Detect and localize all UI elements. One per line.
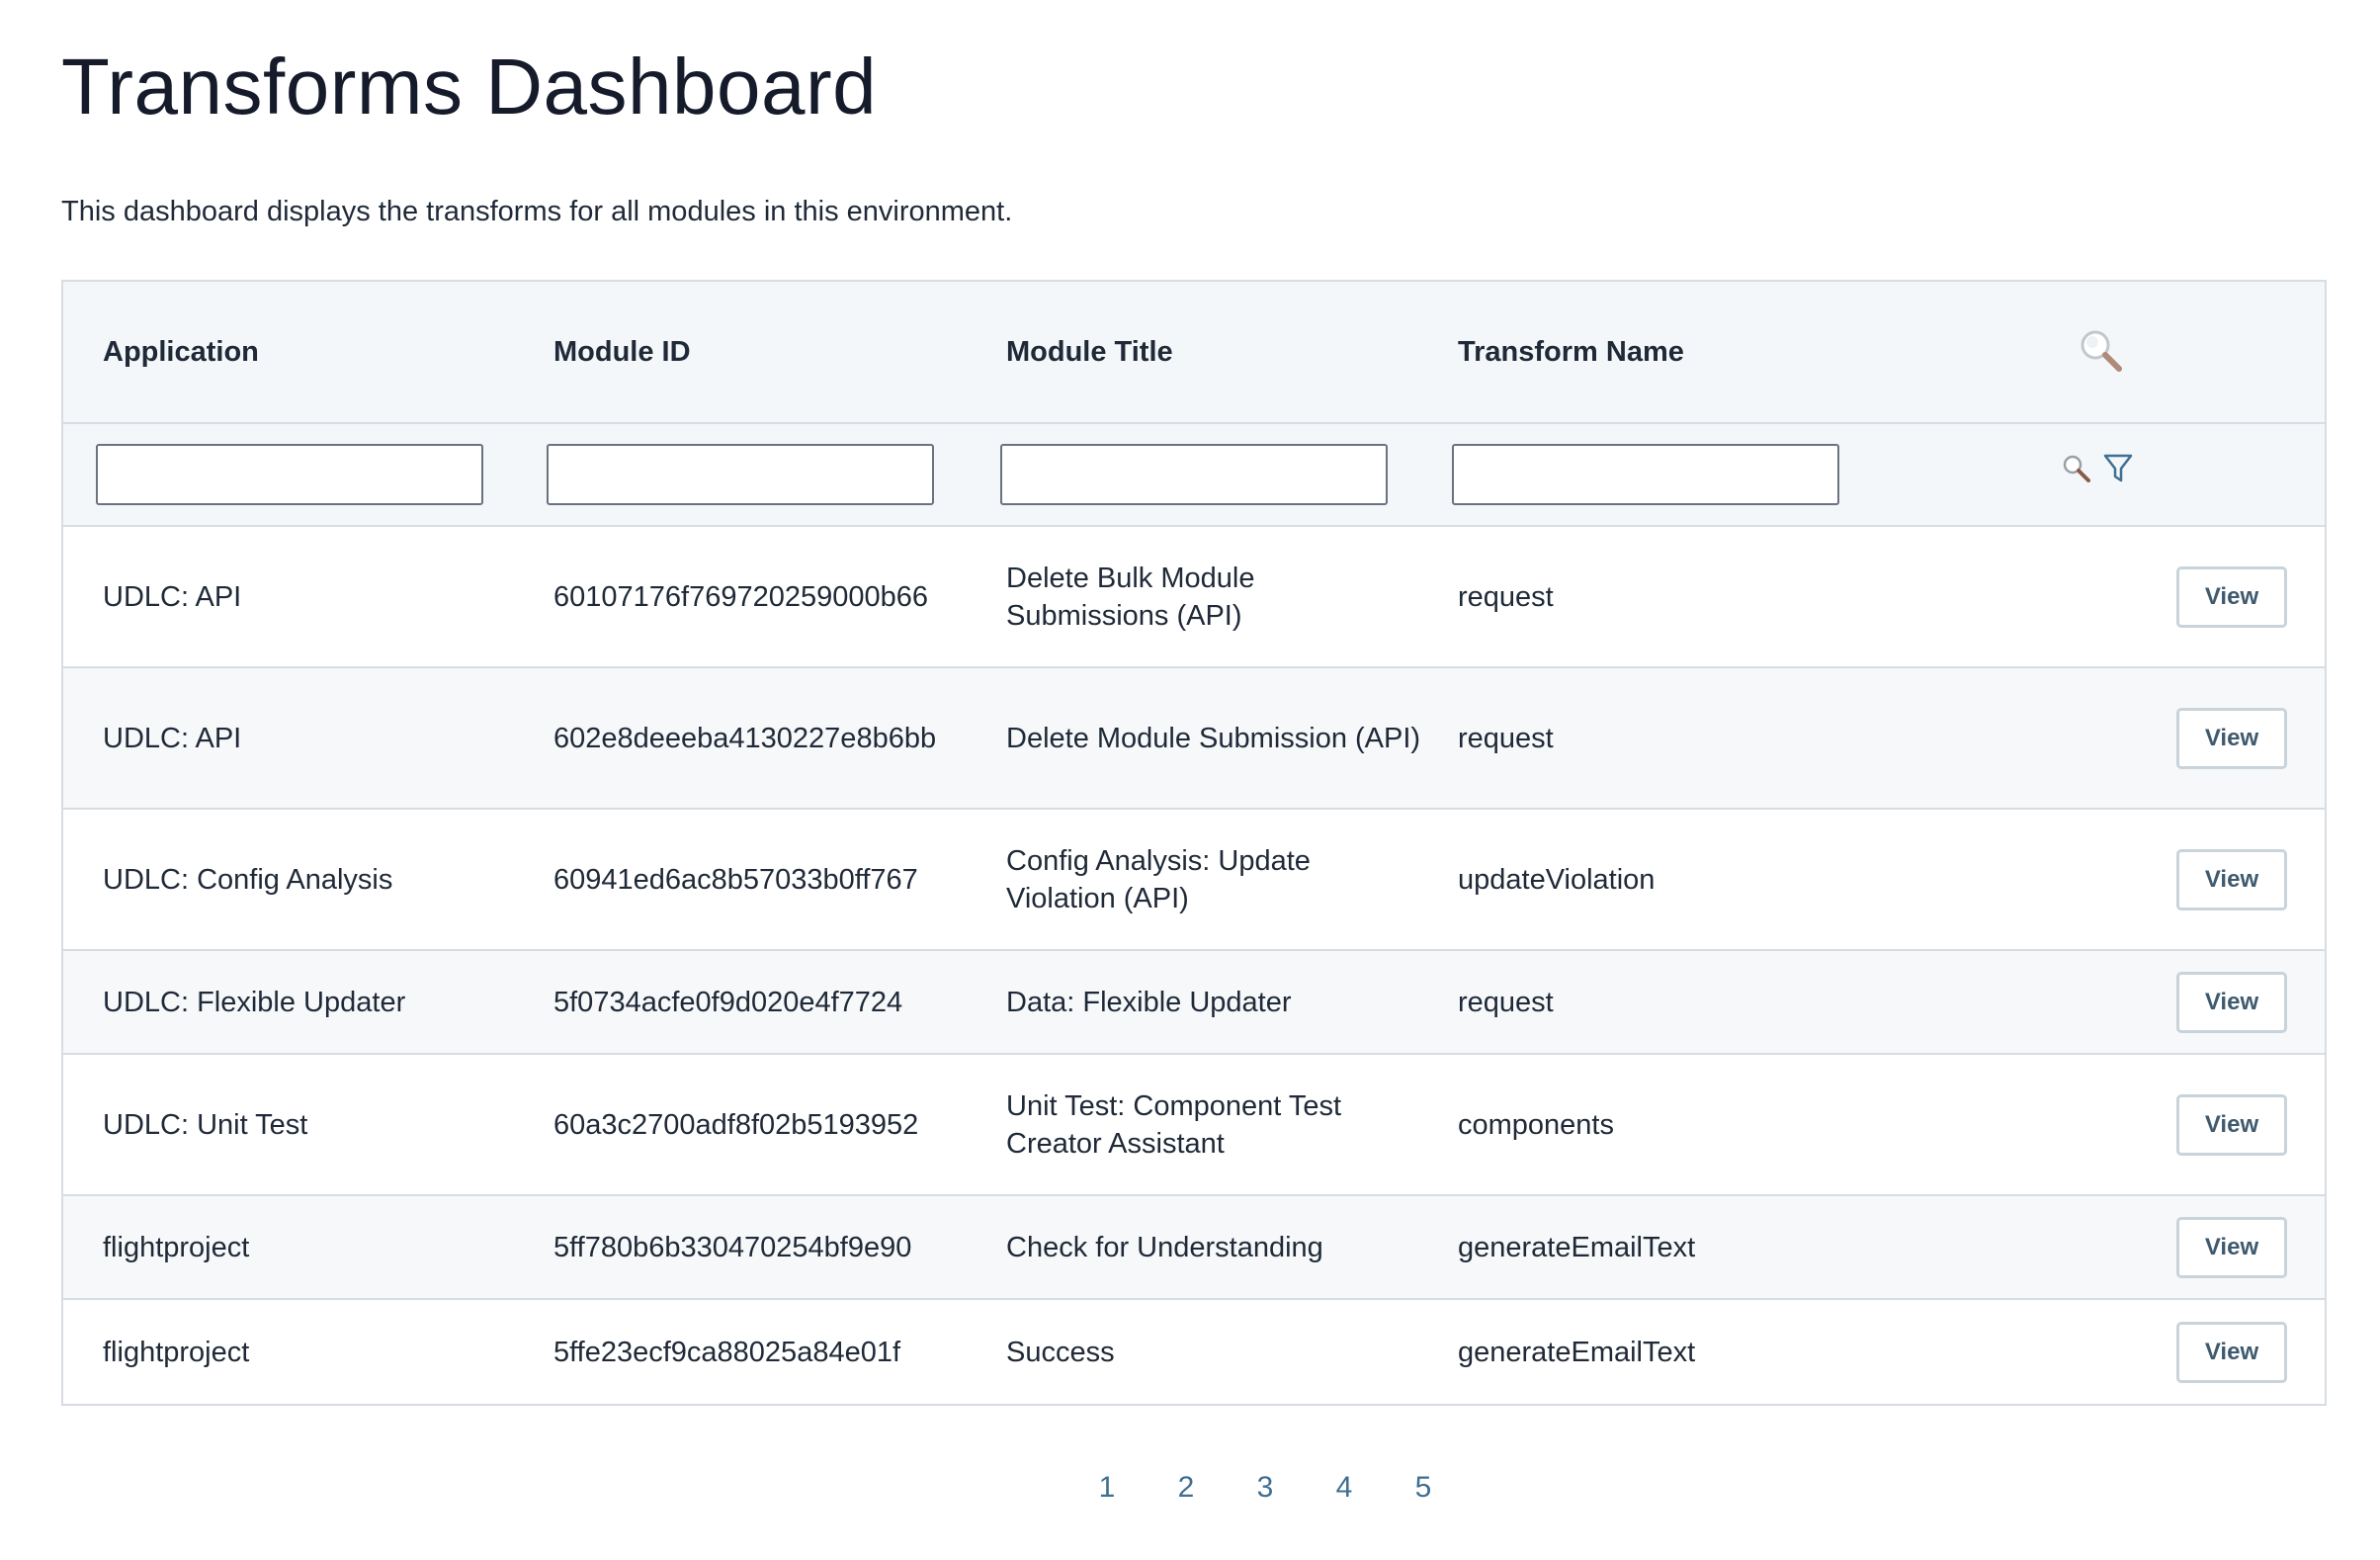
table-row: UDLC: API 602e8deeeba4130227e8b6bb Delet… [63, 668, 2325, 810]
cell-module-id: 60a3c2700adf8f02b5193952 [553, 1108, 919, 1141]
table-row: UDLC: Unit Test 60a3c2700adf8f02b5193952… [63, 1055, 2325, 1196]
cell-action: View [2176, 848, 2287, 910]
page-description: This dashboard displays the transforms f… [61, 196, 1013, 227]
page-title: Transforms Dashboard [61, 43, 878, 130]
cell-action: View [2176, 1321, 2287, 1383]
cell-module-id: 5ff780b6b330470254bf9e90 [553, 1231, 912, 1263]
filter-row [63, 424, 2325, 527]
application-filter-input[interactable] [96, 444, 483, 505]
cell-module-id: 602e8deeeba4130227e8b6bb [553, 722, 937, 754]
cell-module-title: Check for Understanding [1006, 1231, 1323, 1263]
cell-module-title: Delete Module Submission (API) [1006, 722, 1421, 754]
cell-module-id: 5ffe23ecf9ca88025a84e01f [553, 1336, 901, 1368]
view-button[interactable]: View [2176, 1321, 2287, 1383]
cell-transform-name: request [1458, 722, 1554, 754]
view-button[interactable]: View [2176, 1093, 2287, 1156]
transform-name-filter-input[interactable] [1452, 444, 1839, 505]
cell-transform-name: components [1458, 1108, 1614, 1141]
column-header-module-id[interactable]: Module ID [553, 333, 969, 371]
column-header-application[interactable]: Application [103, 333, 518, 371]
module-id-filter-input[interactable] [547, 444, 934, 505]
cell-transform-name: request [1458, 580, 1554, 613]
cell-application: UDLC: Flexible Updater [103, 986, 406, 1018]
page-link-5[interactable]: 5 [1384, 1471, 1463, 1505]
cell-application: UDLC: Config Analysis [103, 863, 393, 896]
view-button[interactable]: View [2176, 848, 2287, 910]
cell-action: View [2176, 707, 2287, 769]
page-link-1[interactable]: 1 [1067, 1471, 1147, 1505]
page-link-4[interactable]: 4 [1305, 1471, 1384, 1505]
cell-action: View [2176, 565, 2287, 628]
filter-cell-transform-name [1452, 444, 1867, 505]
filter-cell-module-title [1000, 444, 1415, 505]
cell-module-id: 60941ed6ac8b57033b0ff767 [553, 863, 918, 896]
cell-transform-name: updateViolation [1458, 863, 1656, 896]
view-button[interactable]: View [2176, 1216, 2287, 1278]
cell-module-title: Success [1006, 1336, 1115, 1368]
table-row: UDLC: Config Analysis 60941ed6ac8b57033b… [63, 810, 2325, 951]
cell-application: UDLC: API [103, 580, 242, 613]
cell-module-id: 60107176f769720259000b66 [553, 580, 929, 613]
pagination: 1 2 3 4 5 [1067, 1471, 1463, 1505]
cell-module-title: Data: Flexible Updater [1006, 986, 1292, 1018]
cell-action: View [2176, 971, 2287, 1033]
cell-module-title: Unit Test: Component Test Creator Assist… [1006, 1089, 1342, 1160]
cell-application: flightproject [103, 1231, 250, 1263]
view-button[interactable]: View [2176, 565, 2287, 628]
table-row: flightproject 5ffe23ecf9ca88025a84e01f S… [63, 1300, 2325, 1404]
filter-tools [2060, 451, 2135, 491]
cell-module-title: Delete Bulk Module Submissions (API) [1006, 562, 1255, 632]
transforms-table: Application Module ID Module Title Trans… [61, 280, 2327, 1406]
table-header: Application Module ID Module Title Trans… [63, 282, 2325, 424]
cell-module-title: Config Analysis: Update Violation (API) [1006, 844, 1311, 914]
column-header-module-title[interactable]: Module Title [1006, 333, 1421, 371]
page-link-2[interactable]: 2 [1147, 1471, 1226, 1505]
search-icon[interactable] [2060, 452, 2093, 490]
module-title-filter-input[interactable] [1000, 444, 1388, 505]
cell-module-id: 5f0734acfe0f9d020e4f7724 [553, 986, 903, 1018]
cell-action: View [2176, 1093, 2287, 1156]
column-header-transform-name[interactable]: Transform Name [1458, 333, 1873, 371]
view-button[interactable]: View [2176, 707, 2287, 769]
table-row: UDLC: Flexible Updater 5f0734acfe0f9d020… [63, 951, 2325, 1055]
table-row: flightproject 5ff780b6b330470254bf9e90 C… [63, 1196, 2325, 1300]
filter-cell-module-id [547, 444, 962, 505]
filter-cell-application [96, 444, 511, 505]
cell-application: UDLC: API [103, 722, 242, 754]
cell-transform-name: request [1458, 986, 1554, 1018]
cell-transform-name: generateEmailText [1458, 1336, 1696, 1368]
cell-application: UDLC: Unit Test [103, 1108, 308, 1141]
cell-application: flightproject [103, 1336, 250, 1368]
cell-action: View [2176, 1216, 2287, 1278]
search-icon[interactable] [2076, 325, 2127, 377]
page-link-3[interactable]: 3 [1226, 1471, 1305, 1505]
filter-icon[interactable] [2101, 451, 2135, 491]
cell-transform-name: generateEmailText [1458, 1231, 1696, 1263]
table-row: UDLC: API 60107176f769720259000b66 Delet… [63, 527, 2325, 668]
view-button[interactable]: View [2176, 971, 2287, 1033]
